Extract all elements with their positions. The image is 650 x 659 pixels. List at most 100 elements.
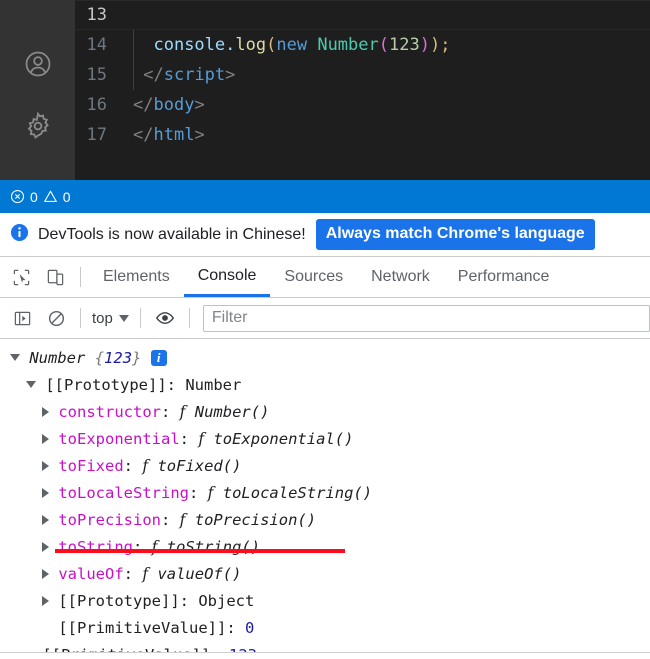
console-token: toLocaleString <box>58 484 189 502</box>
tab-console[interactable]: Console <box>183 257 271 297</box>
vscode-activity-bar <box>0 0 75 180</box>
tab-network[interactable]: Network <box>357 257 444 297</box>
code-line: 17 </html> <box>75 120 650 150</box>
code-line: 13 <box>75 0 650 30</box>
live-expression-eye-icon[interactable] <box>148 301 182 335</box>
expand-triangle-right-icon[interactable] <box>42 487 49 498</box>
account-icon[interactable] <box>0 40 75 88</box>
expand-triangle-right-icon[interactable] <box>42 568 49 579</box>
code-token: </ <box>133 95 154 115</box>
expand-triangle-right-icon[interactable] <box>42 595 49 606</box>
console-output-panel[interactable]: Number {123} i [[Prototype]]: Number con… <box>0 339 650 653</box>
devtools-language-banner: DevTools is now available in Chinese! Al… <box>0 213 650 257</box>
editor-text-area[interactable]: 13 14 console.log(new Number(123)); 15 </s… <box>75 0 650 180</box>
code-token: 123 <box>389 35 420 55</box>
error-count: 0 <box>30 188 38 205</box>
no-marker-spacer <box>42 623 49 633</box>
expand-triangle-down-icon[interactable] <box>10 354 20 361</box>
console-token: Number <box>185 376 242 394</box>
indent-guide <box>133 60 134 90</box>
console-token: toFixed <box>58 457 124 475</box>
expand-triangle-right-icon[interactable] <box>42 541 49 552</box>
code-line-text: </body> <box>133 90 205 120</box>
code-token: </ <box>143 65 164 85</box>
marker-gap <box>49 565 58 583</box>
code-line: 15 </script> <box>75 60 650 90</box>
console-token: Object <box>198 592 255 610</box>
expand-triangle-right-icon[interactable] <box>42 433 49 444</box>
console-token: valueOf <box>58 565 124 583</box>
code-token: body <box>153 95 195 115</box>
object-info-badge-icon[interactable]: i <box>150 349 167 366</box>
console-token: } <box>132 349 142 367</box>
console-row[interactable]: [[Prototype]]: Object <box>0 588 650 615</box>
console-token: : <box>189 484 208 502</box>
console-toolbar-divider-2 <box>139 308 141 328</box>
tab-performance[interactable]: Performance <box>444 257 564 297</box>
code-line-text: </html> <box>133 120 205 150</box>
code-token: ) <box>419 35 430 55</box>
console-row[interactable]: toLocaleString: f toLocaleString() <box>0 480 650 507</box>
console-row[interactable]: toString: f toString() <box>0 534 650 561</box>
line-number: 16 <box>86 95 107 115</box>
match-chrome-language-button[interactable]: Always match Chrome's language <box>315 219 595 250</box>
tab-elements[interactable]: Elements <box>89 257 184 297</box>
code-token: > <box>194 95 205 115</box>
console-row[interactable]: constructor: f Number() <box>0 399 650 426</box>
console-sidebar-toggle-icon[interactable] <box>5 301 39 335</box>
console-row[interactable]: valueOf: f valueOf() <box>0 561 650 588</box>
console-toolbar-divider <box>80 308 81 328</box>
console-token: toLocaleString() <box>222 484 373 502</box>
console-token: valueOf() <box>157 565 242 583</box>
settings-gear-icon[interactable] <box>0 102 75 150</box>
marker-gap <box>49 619 58 637</box>
clear-console-icon[interactable] <box>39 301 73 335</box>
code-line: 16 </body> <box>75 90 650 120</box>
code-token: ( <box>266 35 277 55</box>
console-token <box>85 349 94 367</box>
indent-guide <box>133 30 134 60</box>
problems-indicator[interactable]: 0 0 <box>0 180 81 213</box>
code-line-text: console.log(new Number(123)); <box>133 30 450 60</box>
console-token: toPrecision() <box>194 511 317 529</box>
console-row[interactable]: toExponential: f toExponential() <box>0 426 650 453</box>
console-filter-input[interactable] <box>202 304 650 332</box>
chevron-down-icon <box>118 314 129 322</box>
console-token: toString <box>58 538 133 556</box>
console-row[interactable]: Number {123} i <box>0 345 650 372</box>
console-token: 123 <box>104 349 133 367</box>
marker-gap <box>36 376 45 394</box>
expand-triangle-right-icon[interactable] <box>42 460 49 471</box>
marker-gap <box>49 484 58 502</box>
console-token: toExponential <box>58 430 180 448</box>
code-token: new <box>276 35 308 55</box>
marker-gap <box>49 430 58 448</box>
error-icon <box>10 189 25 204</box>
screenshot-root: 13 14 console.log(new Number(123)); 15 </s… <box>0 0 650 659</box>
console-token: : <box>123 565 143 583</box>
console-row[interactable]: toFixed: f toFixed() <box>0 453 650 480</box>
console-row[interactable]: [[PrimitiveValue]]: 0 <box>0 615 650 642</box>
expand-triangle-right-icon[interactable] <box>42 514 49 525</box>
expand-triangle-down-icon[interactable] <box>26 381 36 388</box>
console-token: : <box>179 430 199 448</box>
console-token: 0 <box>245 619 255 637</box>
console-token: : <box>133 538 152 556</box>
console-row[interactable]: [[Prototype]]: Number <box>0 372 650 399</box>
console-token <box>185 511 194 529</box>
marker-gap <box>20 349 29 367</box>
device-toolbar-icon[interactable] <box>38 257 72 297</box>
tab-sources[interactable]: Sources <box>270 257 357 297</box>
console-bottom-divider <box>0 652 650 653</box>
console-token: toString() <box>166 538 261 556</box>
code-token: html <box>153 125 195 145</box>
console-token <box>185 403 194 421</box>
code-line-text: </script> <box>133 60 235 90</box>
inspect-element-icon[interactable] <box>4 257 38 297</box>
execution-context-selector[interactable]: top <box>88 310 133 327</box>
console-row[interactable]: toPrecision: f toPrecision() <box>0 507 650 534</box>
expand-triangle-right-icon[interactable] <box>42 406 49 417</box>
devtools-tab-bar: Elements Console Sources Network Performance <box>0 257 650 298</box>
